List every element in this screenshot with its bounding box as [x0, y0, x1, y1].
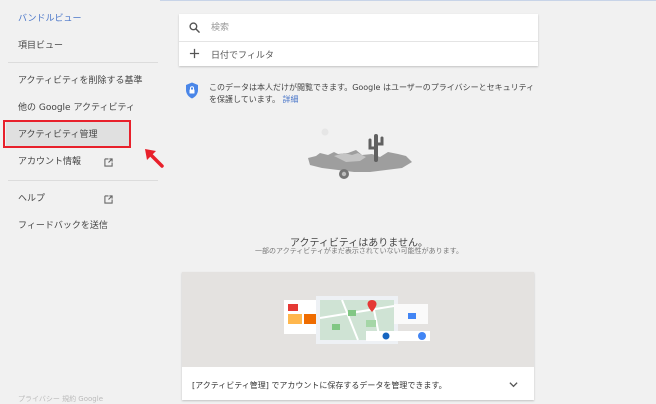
privacy-message: このデータは本人だけが閲覧できます。Google はユーザーのプライバシーとセキ… — [209, 83, 535, 104]
external-link-icon — [104, 158, 113, 167]
activity-controls-card: [アクティビティ管理] でアカウントに保存するデータを管理できます。 — [182, 272, 534, 400]
activity-controls-text: [アクティビティ管理] でアカウントに保存するデータを管理できます。 — [192, 381, 447, 390]
search-input[interactable] — [211, 20, 511, 35]
sidebar-item-bundle-view[interactable]: バンドルビュー — [18, 13, 81, 25]
search-card: 日付でフィルタ — [179, 14, 538, 66]
plus-icon — [189, 48, 200, 59]
highlight-box — [3, 120, 131, 148]
activity-devices-illustration — [284, 296, 430, 344]
sidebar-item-other-activity[interactable]: 他の Google アクティビティ — [18, 102, 135, 114]
search-row — [179, 14, 538, 42]
sidebar-item-delete-activity[interactable]: アクティビティを削除する基準 — [18, 75, 142, 87]
sidebar-item-help[interactable]: ヘルプ — [18, 193, 45, 205]
empty-state-subtitle: 一部のアクティビティがまだ表示されていない可能性があります。 — [255, 247, 463, 255]
sidebar-item-item-view[interactable]: 項目ビュー — [18, 40, 63, 52]
promo-illustration — [182, 272, 534, 367]
privacy-details-link[interactable]: 詳細 — [283, 95, 299, 104]
privacy-text: このデータは本人だけが閲覧できます。Google はユーザーのプライバシーとセキ… — [209, 82, 539, 106]
sidebar-divider — [8, 180, 158, 181]
chevron-down-icon[interactable] — [509, 381, 518, 388]
external-link-icon — [104, 195, 113, 204]
pointer-arrow-icon — [145, 149, 164, 168]
sidebar-item-account-info[interactable]: アカウント情報 — [18, 156, 81, 168]
search-icon — [189, 22, 200, 33]
date-filter-label: 日付でフィルタ — [211, 51, 274, 61]
sidebar-divider — [8, 62, 158, 63]
sidebar: バンドルビュー 項目ビュー アクティビティを削除する基準 他の Google ア… — [0, 0, 160, 403]
date-filter-button[interactable]: 日付でフィルタ — [179, 42, 538, 66]
shield-lock-icon — [186, 82, 198, 99]
sidebar-item-feedback[interactable]: フィードバックを送信 — [18, 220, 108, 232]
sidebar-footer-links[interactable]: プライバシー 規約 Google — [18, 394, 103, 404]
empty-desert-illustration — [308, 128, 412, 179]
